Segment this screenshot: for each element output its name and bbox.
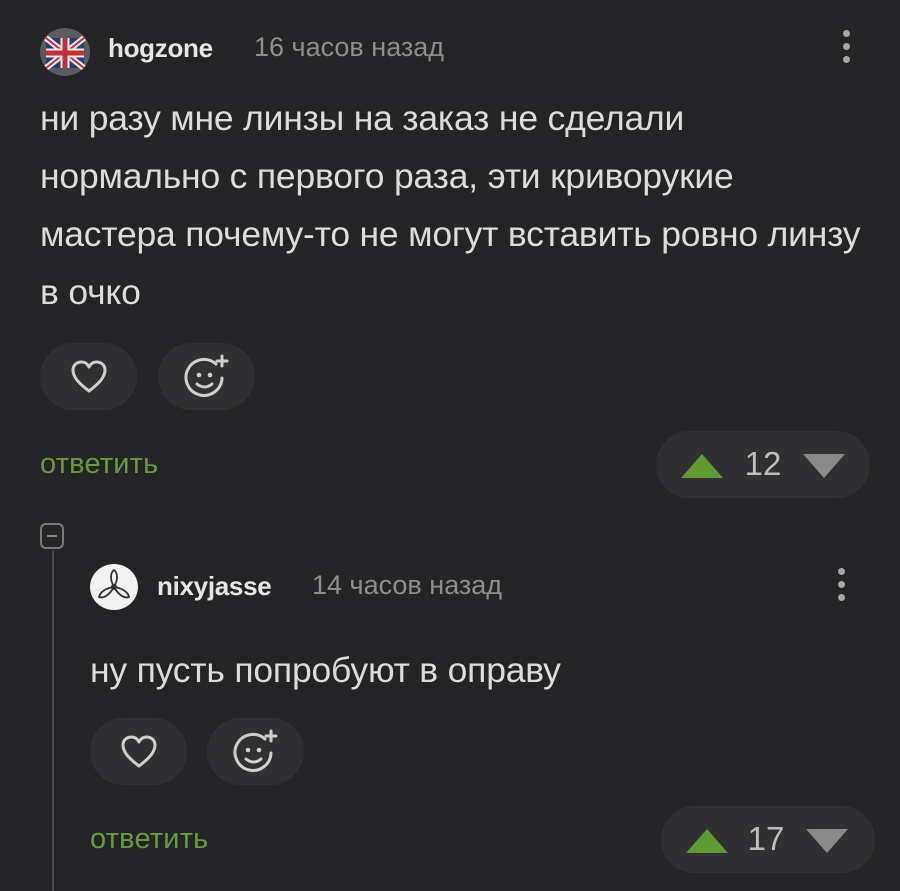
- emoji-add-icon: [184, 354, 228, 397]
- heart-icon: [121, 735, 156, 767]
- emoji-add-icon: [233, 729, 277, 772]
- add-reaction-button[interactable]: [158, 343, 255, 410]
- avatar[interactable]: [90, 564, 138, 610]
- comment-author[interactable]: hogzone: [108, 33, 213, 64]
- comment-time: 16 часов назад: [254, 32, 445, 62]
- thread-line: [52, 551, 54, 891]
- avatar[interactable]: [40, 28, 90, 76]
- add-reaction-button[interactable]: [207, 718, 304, 785]
- comment-author[interactable]: nixyjasse: [157, 571, 272, 602]
- heart-icon: [71, 360, 106, 392]
- uk-flag-avatar-icon: [40, 28, 90, 76]
- comment-text: ну пусть попробуют в оправу: [90, 650, 561, 690]
- collapse-icon[interactable]: [40, 523, 64, 549]
- kebab-menu-icon[interactable]: [831, 568, 851, 601]
- upvote-arrow-icon[interactable]: [680, 453, 724, 479]
- rating-control: 17: [661, 806, 875, 873]
- comment-text: ни разу мне линзы на заказ не сделали но…: [40, 98, 861, 312]
- rating-count: 17: [747, 820, 785, 857]
- upvote-arrow-icon[interactable]: [685, 828, 729, 854]
- reply-button[interactable]: ответить: [90, 823, 209, 856]
- comment-time: 14 часов назад: [312, 570, 503, 600]
- rating-control: 12: [656, 431, 870, 498]
- like-button[interactable]: [90, 718, 187, 785]
- like-button[interactable]: [40, 343, 137, 410]
- rating-count: 12: [744, 445, 782, 482]
- downvote-arrow-icon[interactable]: [805, 828, 849, 854]
- reply-button[interactable]: ответить: [40, 448, 159, 481]
- propeller-avatar-icon: [92, 565, 136, 609]
- downvote-arrow-icon[interactable]: [802, 453, 846, 479]
- kebab-menu-icon[interactable]: [836, 30, 856, 63]
